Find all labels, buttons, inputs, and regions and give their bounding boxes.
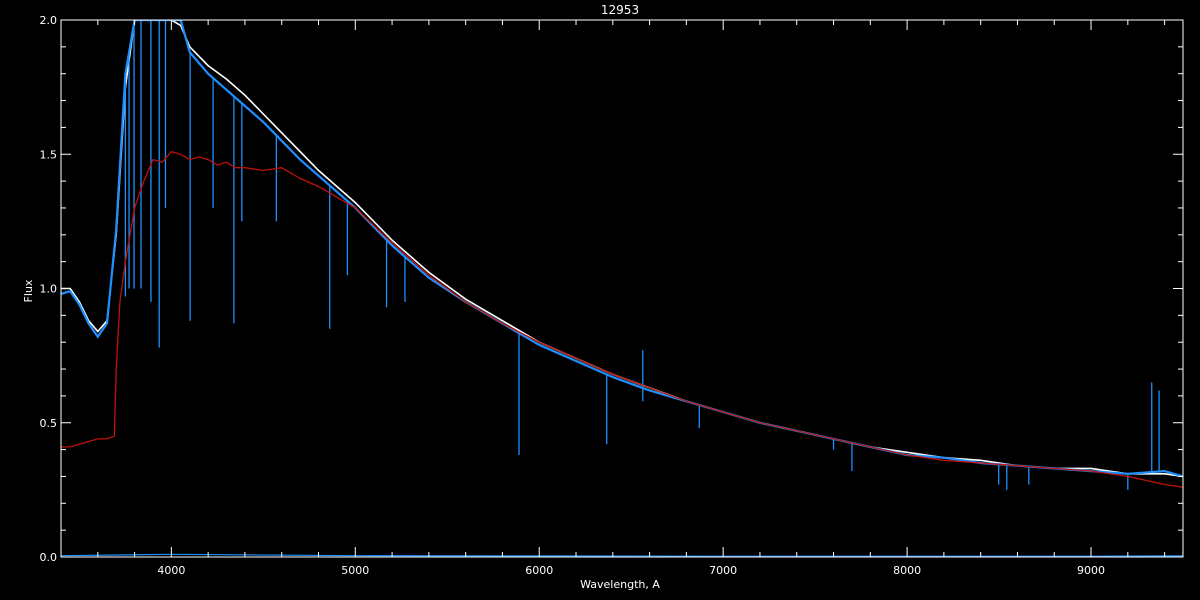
y-tick-label: 0.0 — [40, 551, 58, 564]
x-tick-label: 4000 — [157, 564, 185, 577]
x-tick-label: 8000 — [893, 564, 921, 577]
y-tick-label: 0.5 — [40, 417, 58, 430]
spectrum-chart: 4000 5000 6000 7000 8000 90000.00.51.01.52.0 … — [0, 0, 1200, 600]
chart-title: 12953 — [601, 3, 639, 17]
x-tick-label: 9000 — [1077, 564, 1105, 577]
y-axis-title: Flux — [22, 279, 35, 302]
x-tick-label: 5000 — [341, 564, 369, 577]
x-tick-label: 7000 — [709, 564, 737, 577]
y-tick-label: 2.0 — [40, 14, 58, 27]
y-tick-label: 1.0 — [40, 283, 58, 296]
x-axis-title: Wavelength, A — [580, 578, 660, 591]
y-tick-label: 1.5 — [40, 148, 58, 161]
x-tick-label: 6000 — [525, 564, 553, 577]
chart-background — [0, 0, 1200, 600]
